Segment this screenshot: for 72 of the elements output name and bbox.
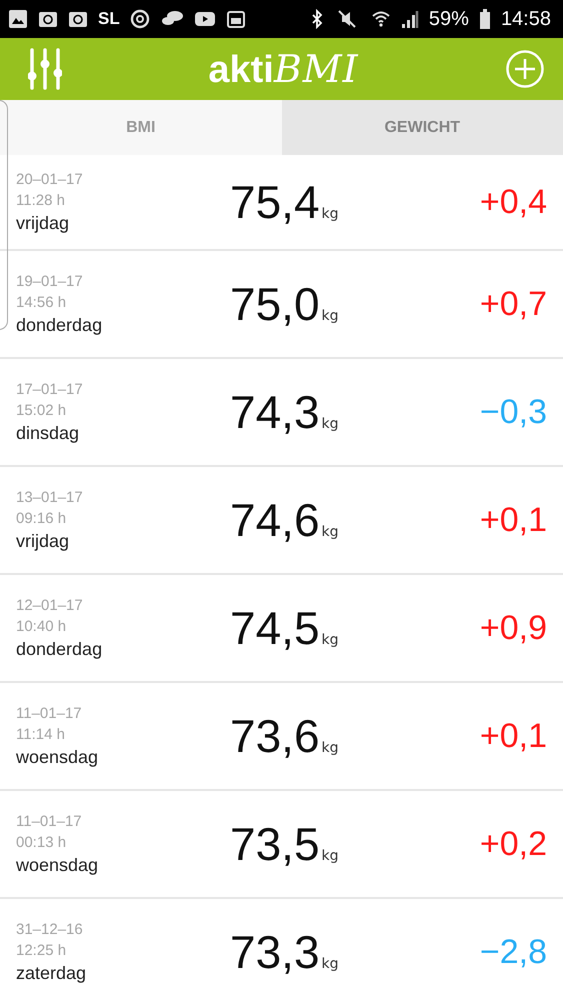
weight-value: 75,4 bbox=[230, 175, 320, 229]
entry-date: 31–12–16 bbox=[16, 920, 84, 940]
app-logo: aktiBMI bbox=[208, 46, 359, 92]
bluetooth-icon bbox=[310, 9, 323, 29]
entry-date: 20–01–17 bbox=[16, 170, 84, 190]
weight-unit: kg bbox=[322, 740, 339, 756]
weight-change: +0,7 bbox=[480, 284, 547, 324]
add-icon[interactable] bbox=[505, 49, 545, 89]
weight-value: 73,3 bbox=[230, 925, 320, 979]
entry-weekday: vrijdag bbox=[16, 212, 70, 235]
weight-change: +0,1 bbox=[480, 716, 547, 756]
email-icon bbox=[68, 9, 88, 29]
weight-unit: kg bbox=[322, 632, 339, 648]
entry-date: 17–01–17 bbox=[16, 380, 84, 400]
calendar-icon bbox=[226, 9, 246, 29]
weight-value: 73,6 bbox=[230, 709, 320, 763]
weight-change: −0,3 bbox=[480, 392, 547, 432]
entry-weekday: donderdag bbox=[16, 638, 104, 661]
entry-time: 12:25 h bbox=[16, 941, 68, 961]
weight-value: 74,3 bbox=[230, 385, 320, 439]
image-icon bbox=[8, 9, 28, 29]
entry-weekday: vrijdag bbox=[16, 530, 70, 553]
entry-weekday: woensdag bbox=[16, 854, 100, 877]
wifi-icon bbox=[370, 9, 391, 29]
entry-date: 13–01–17 bbox=[16, 488, 84, 508]
weight-change: +0,9 bbox=[480, 608, 547, 648]
email-icon bbox=[38, 9, 58, 29]
weight-value: 74,6 bbox=[230, 493, 320, 547]
battery-icon bbox=[478, 8, 491, 30]
entry-time: 14:56 h bbox=[16, 293, 68, 313]
video-icon bbox=[194, 10, 216, 28]
weight-change: +0,1 bbox=[480, 500, 547, 540]
entry-date: 11–01–17 bbox=[16, 704, 83, 724]
weight-unit: kg bbox=[322, 956, 339, 972]
weight-unit: kg bbox=[322, 524, 339, 540]
battery-percent: 59% bbox=[428, 8, 469, 30]
weight-entry[interactable]: 20–01–17 11:28 h vrijdag 75,4 kg +0,4 bbox=[0, 155, 563, 251]
entry-weekday: woensdag bbox=[16, 746, 100, 769]
weight-entry[interactable]: 13–01–17 09:16 h vrijdag 74,6 kg +0,1 bbox=[0, 467, 563, 575]
weight-entry[interactable]: 31–12–16 12:25 h zaterdag 73,3 kg −2,8 bbox=[0, 899, 563, 1000]
entry-weekday: donderdag bbox=[16, 314, 104, 337]
weight-change: −2,8 bbox=[480, 932, 547, 972]
weight-value: 73,5 bbox=[230, 817, 320, 871]
weight-entry[interactable]: 11–01–17 11:14 h woensdag 73,6 kg +0,1 bbox=[0, 683, 563, 791]
weight-change: +0,2 bbox=[480, 824, 547, 864]
weight-unit: kg bbox=[322, 206, 339, 222]
entry-time: 09:16 h bbox=[16, 509, 68, 529]
entry-time: 11:28 h bbox=[16, 191, 66, 211]
weight-unit: kg bbox=[322, 848, 339, 864]
weight-entry[interactable]: 17–01–17 15:02 h dinsdag 74,3 kg −0,3 bbox=[0, 359, 563, 467]
entry-weekday: dinsdag bbox=[16, 422, 80, 445]
entry-date: 11–01–17 bbox=[16, 812, 83, 832]
power-icon bbox=[130, 9, 150, 29]
weight-value: 75,0 bbox=[230, 277, 320, 331]
entry-time: 11:14 h bbox=[16, 725, 66, 745]
weight-entry[interactable]: 19–01–17 14:56 h donderdag 75,0 kg +0,7 bbox=[0, 251, 563, 359]
clock: 14:58 bbox=[500, 8, 551, 30]
entry-time: 00:13 h bbox=[16, 833, 68, 853]
entry-time: 10:40 h bbox=[16, 617, 68, 637]
signal-icon bbox=[400, 9, 419, 29]
carrier-label: SL bbox=[98, 9, 120, 29]
sliders-icon[interactable] bbox=[28, 48, 62, 90]
entry-date: 12–01–17 bbox=[16, 596, 84, 616]
weight-value: 74,5 bbox=[230, 601, 320, 655]
weight-entry[interactable]: 11–01–17 00:13 h woensdag 73,5 kg +0,2 bbox=[0, 791, 563, 899]
entry-time: 15:02 h bbox=[16, 401, 68, 421]
weight-change: +0,4 bbox=[480, 182, 547, 222]
entry-weekday: zaterdag bbox=[16, 962, 88, 985]
weight-unit: kg bbox=[322, 308, 339, 324]
weight-entry[interactable]: 12–01–17 10:40 h donderdag 74,5 kg +0,9 bbox=[0, 575, 563, 683]
entry-date: 19–01–17 bbox=[16, 272, 84, 292]
weight-unit: kg bbox=[322, 416, 339, 432]
